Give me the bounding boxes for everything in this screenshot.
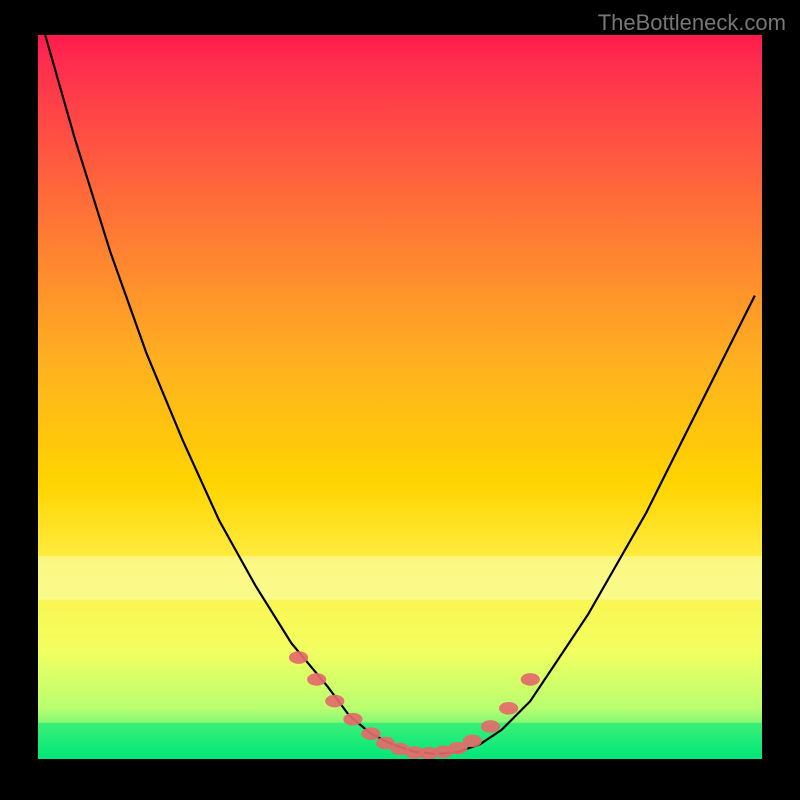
marker-dot — [499, 702, 518, 715]
marker-dot — [307, 673, 326, 686]
marker-dot — [343, 713, 362, 726]
marker-dot — [463, 735, 482, 748]
marker-dot — [325, 695, 344, 708]
marker-dot — [361, 727, 380, 740]
gradient-background — [38, 35, 762, 759]
marker-dot — [481, 720, 500, 733]
marker-dot — [289, 651, 308, 664]
watermark-text: TheBottleneck.com — [598, 10, 786, 36]
chart-container: TheBottleneck.com — [0, 0, 800, 800]
plot-area — [38, 35, 762, 759]
marker-dot — [521, 673, 540, 686]
plot-svg — [38, 35, 762, 759]
accent-band-0 — [38, 556, 762, 599]
